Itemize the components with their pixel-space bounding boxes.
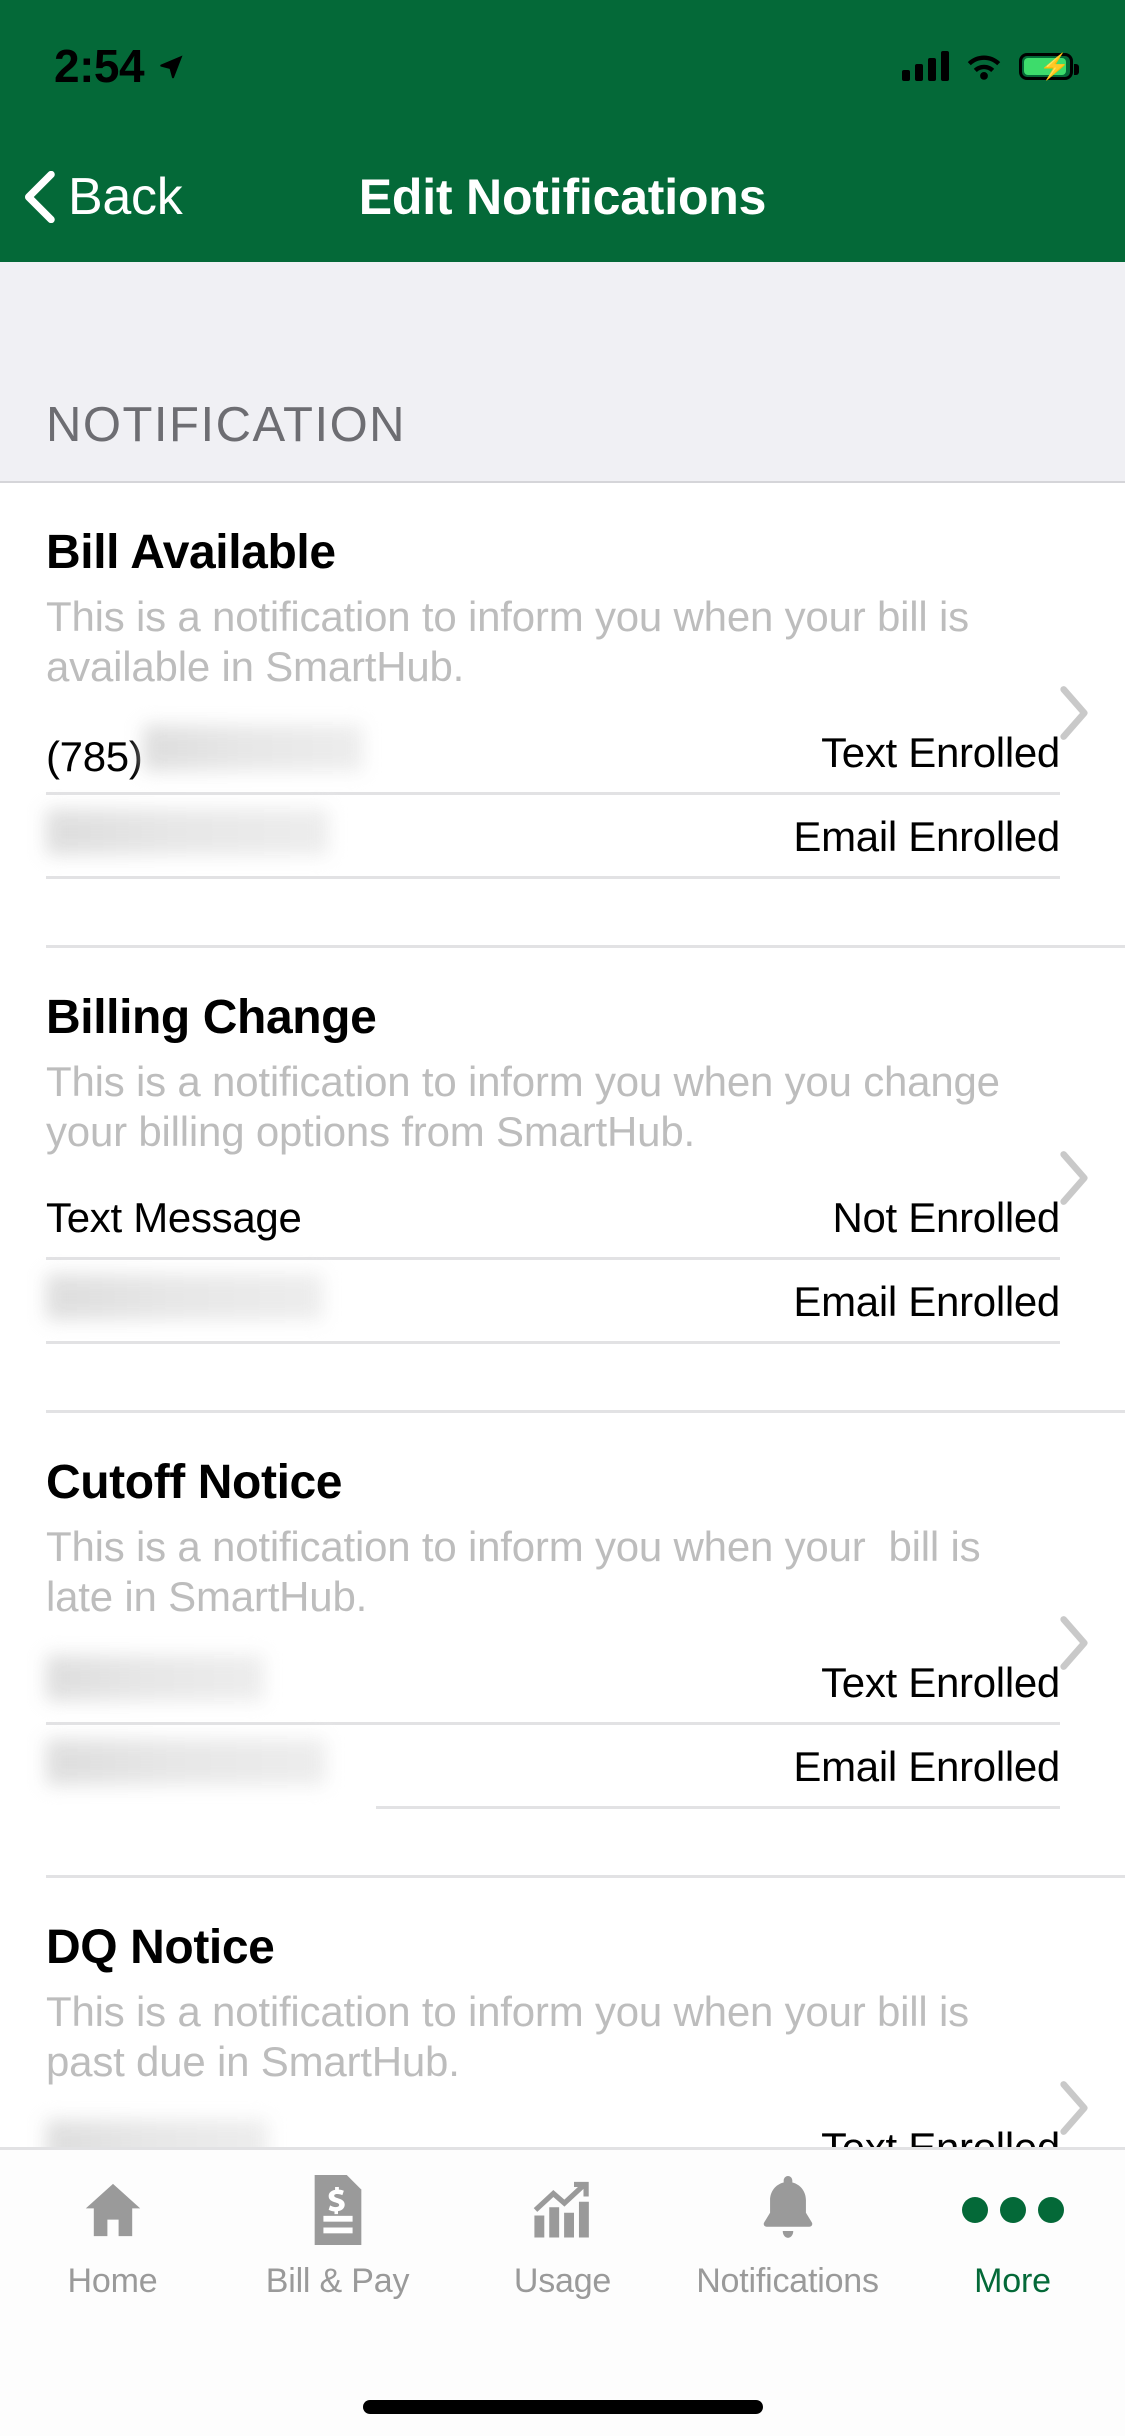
bell-icon (760, 2172, 816, 2248)
notification-row-left (46, 809, 329, 865)
navigation-bar: Back Edit Notifications (0, 132, 1125, 262)
notification-row-status: Not Enrolled (832, 1194, 1060, 1242)
status-time: 2:54 (54, 40, 145, 92)
tab-home[interactable]: Home (0, 2150, 225, 2364)
redacted-value (46, 1274, 323, 1321)
home-icon (81, 2172, 145, 2248)
tab-bill-pay[interactable]: Bill & Pay (225, 2150, 450, 2364)
notification-rows: Text Message Not Enrolled Email Enrolled (46, 1156, 1079, 1345)
tab-label: Usage (513, 2262, 612, 2300)
notification-row-status: Text Enrolled (821, 2124, 1079, 2147)
notification-row[interactable]: Email Enrolled (46, 795, 1079, 880)
notification-title: Bill Available (46, 526, 336, 579)
bar-chart-trend-icon (530, 2172, 596, 2248)
notification-row-left (46, 1655, 264, 1711)
notification-row[interactable]: Text Enrolled (46, 2106, 1079, 2147)
row-separator (46, 1341, 1060, 1345)
three-dots-icon (961, 2172, 1064, 2248)
tab-more[interactable]: More (900, 2150, 1125, 2364)
redacted-value (46, 2120, 268, 2147)
notification-row-status: Email Enrolled (793, 813, 1060, 861)
notification-card-body: Billing Change This is a notification to … (46, 948, 1125, 1345)
card-gap (0, 879, 1125, 946)
notification-row-left: Text Message (46, 1194, 302, 1242)
notification-row[interactable]: (785) Text Enrolled (46, 711, 1079, 796)
redacted-value (142, 725, 363, 772)
redacted-value (46, 1739, 326, 1786)
notification-description: This is a notification to inform you whe… (46, 1523, 992, 1620)
battery-charging-icon: ⚡ (1019, 52, 1079, 80)
notification-row-left: (785) (46, 725, 363, 781)
notification-card-body: Cutoff Notice This is a notification to i… (46, 1413, 1125, 1810)
bottom-tab-bar[interactable]: Home Bill & Pay Usage Notifications More (0, 2147, 1125, 2436)
card-gap (0, 1809, 1125, 1876)
back-button[interactable]: Back (0, 167, 183, 227)
notification-title: DQ Notice (46, 1921, 275, 1975)
notifications-list[interactable]: NOTIFICATION Bill Available This is a not… (0, 262, 1125, 2147)
notification-row-status: Text Enrolled (821, 1659, 1060, 1707)
invoice-dollar-icon (308, 2172, 368, 2248)
notification-title: Cutoff Notice (46, 1456, 343, 1510)
notification-row-left (46, 1274, 323, 1330)
notification-row-left-label: Text Message (46, 1194, 302, 1242)
notification-cards: Bill Available This is a notification to … (0, 483, 1125, 2147)
section-header-label: NOTIFICATION (46, 398, 407, 452)
tab-label: More (974, 2262, 1051, 2300)
row-separator (46, 876, 1060, 880)
notification-rows: (785) Text Enrolled Email Enrolled (46, 691, 1079, 880)
notification-row-left-label: (785) (46, 733, 143, 781)
redacted-value (46, 1655, 264, 1702)
tab-label: Home (67, 2262, 158, 2300)
notification-row-status: Text Enrolled (821, 729, 1060, 777)
notification-description: This is a notification to inform you whe… (46, 1988, 981, 2085)
status-bar-left: 2:54 (54, 43, 186, 89)
wifi-icon (967, 55, 1001, 80)
redacted-value (46, 809, 329, 856)
cellular-signal-icon (902, 51, 949, 81)
notification-rows: Text Enrolled Email Enrolled (46, 1621, 1079, 1810)
notification-card[interactable]: Billing Change This is a notification to … (0, 948, 1125, 1345)
notification-description: This is a notification to inform you whe… (46, 593, 981, 690)
tab-label: Bill & Pay (265, 2262, 410, 2300)
chevron-left-icon (24, 171, 55, 223)
back-button-label: Back (68, 168, 183, 226)
notification-row[interactable]: Text Enrolled (46, 1641, 1079, 1726)
tab-items: Home Bill & Pay Usage Notifications More (0, 2150, 1125, 2364)
notification-row-left (46, 2120, 268, 2147)
card-gap (0, 1344, 1125, 1411)
notification-card-body: Bill Available This is a notification to … (46, 483, 1125, 880)
section-header-notification: NOTIFICATION (0, 262, 1125, 483)
tab-label: Notifications (696, 2262, 879, 2300)
notification-rows: Text Enrolled (46, 2086, 1079, 2147)
status-bar: 2:54 ⚡ (0, 0, 1125, 132)
notification-card-body: DQ Notice This is a notification to infor… (46, 1878, 1125, 2147)
notification-card[interactable]: DQ Notice This is a notification to infor… (0, 1878, 1125, 2147)
row-separator (376, 1806, 1060, 1810)
notification-row[interactable]: Email Enrolled (46, 1725, 1079, 1810)
notification-card[interactable]: Cutoff Notice This is a notification to i… (0, 1413, 1125, 1810)
notification-row-status: Email Enrolled (793, 1278, 1060, 1326)
location-arrow-icon (160, 55, 183, 79)
tab-notifications[interactable]: Notifications (675, 2150, 900, 2364)
notification-row-status: Email Enrolled (793, 1743, 1060, 1791)
notification-row[interactable]: Email Enrolled (46, 1260, 1079, 1345)
notification-description: This is a notification to inform you whe… (46, 1058, 1012, 1155)
app-screen: 2:54 ⚡ Back Edit Notifications NOTIFICAT… (0, 0, 1125, 2436)
tab-usage[interactable]: Usage (450, 2150, 675, 2364)
three-dots-glyph (961, 2197, 1064, 2223)
notification-card[interactable]: Bill Available This is a notification to … (0, 483, 1125, 880)
home-indicator (362, 2400, 763, 2414)
notification-title: Billing Change (46, 991, 377, 1045)
status-bar-right: ⚡ (902, 51, 1079, 81)
notification-row[interactable]: Text Message Not Enrolled (46, 1176, 1079, 1261)
notification-row-left (46, 1739, 326, 1795)
